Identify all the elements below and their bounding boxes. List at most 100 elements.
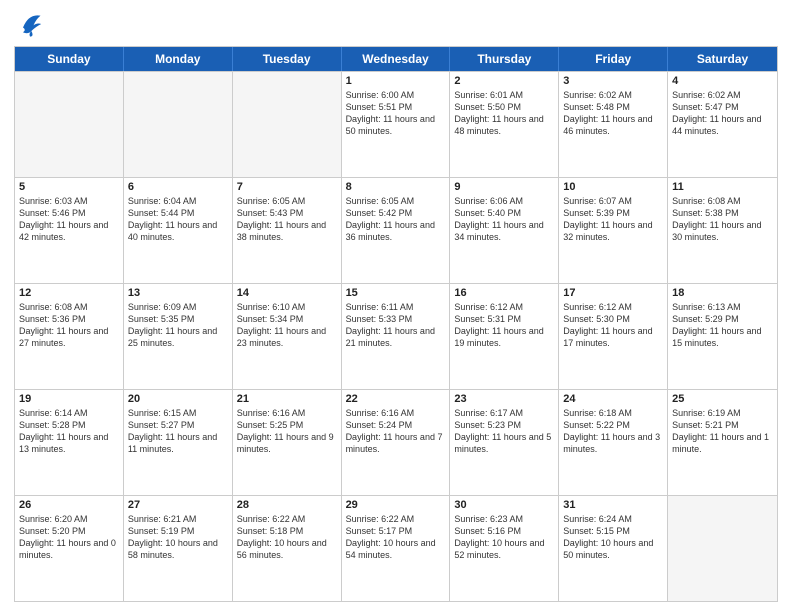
cell-info: Sunrise: 6:01 AMSunset: 5:50 PMDaylight:… xyxy=(454,89,554,138)
calendar-cell xyxy=(668,496,777,601)
page-header xyxy=(14,10,778,38)
calendar-body: 1 Sunrise: 6:00 AMSunset: 5:51 PMDaylight… xyxy=(15,71,777,601)
calendar-cell: 3 Sunrise: 6:02 AMSunset: 5:48 PMDaylight… xyxy=(559,72,668,177)
calendar-row-3: 12 Sunrise: 6:08 AMSunset: 5:36 PMDayligh… xyxy=(15,283,777,389)
cell-date: 2 xyxy=(454,75,554,87)
cell-date: 17 xyxy=(563,287,663,299)
cell-date: 13 xyxy=(128,287,228,299)
cell-info: Sunrise: 6:16 AMSunset: 5:24 PMDaylight:… xyxy=(346,407,446,456)
cell-info: Sunrise: 6:10 AMSunset: 5:34 PMDaylight:… xyxy=(237,301,337,350)
day-header-thursday: Thursday xyxy=(450,47,559,71)
cell-info: Sunrise: 6:16 AMSunset: 5:25 PMDaylight:… xyxy=(237,407,337,456)
calendar-cell: 20 Sunrise: 6:15 AMSunset: 5:27 PMDayligh… xyxy=(124,390,233,495)
calendar-cell: 1 Sunrise: 6:00 AMSunset: 5:51 PMDaylight… xyxy=(342,72,451,177)
cell-info: Sunrise: 6:06 AMSunset: 5:40 PMDaylight:… xyxy=(454,195,554,244)
calendar-cell: 9Sunrise: 6:06 AMSunset: 5:40 PMDaylight… xyxy=(450,178,559,283)
calendar-cell xyxy=(124,72,233,177)
cell-date: 28 xyxy=(237,499,337,511)
cell-info: Sunrise: 6:07 AMSunset: 5:39 PMDaylight:… xyxy=(563,195,663,244)
cell-info: Sunrise: 6:08 AMSunset: 5:38 PMDaylight:… xyxy=(672,195,773,244)
calendar-row-1: 1 Sunrise: 6:00 AMSunset: 5:51 PMDaylight… xyxy=(15,71,777,177)
calendar-cell: 25 Sunrise: 6:19 AMSunset: 5:21 PMDayligh… xyxy=(668,390,777,495)
cell-info: Sunrise: 6:24 AMSunset: 5:15 PMDaylight:… xyxy=(563,513,663,562)
day-header-saturday: Saturday xyxy=(668,47,777,71)
calendar-cell: 6 Sunrise: 6:04 AMSunset: 5:44 PMDaylight… xyxy=(124,178,233,283)
cell-date: 6 xyxy=(128,181,228,193)
cell-date: 29 xyxy=(346,499,446,511)
calendar-cell: 12 Sunrise: 6:08 AMSunset: 5:36 PMDayligh… xyxy=(15,284,124,389)
cell-info: Sunrise: 6:15 AMSunset: 5:27 PMDaylight:… xyxy=(128,407,228,456)
cell-date: 10 xyxy=(563,181,663,193)
cell-date: 30 xyxy=(454,499,554,511)
calendar-cell: 29 Sunrise: 6:22 AMSunset: 5:17 PMDayligh… xyxy=(342,496,451,601)
cell-date: 31 xyxy=(563,499,663,511)
cell-info: Sunrise: 6:22 AMSunset: 5:18 PMDaylight:… xyxy=(237,513,337,562)
cell-info: Sunrise: 6:09 AMSunset: 5:35 PMDaylight:… xyxy=(128,301,228,350)
calendar: SundayMondayTuesdayWednesdayThursdayFrid… xyxy=(14,46,778,602)
calendar-cell: 23 Sunrise: 6:17 AMSunset: 5:23 PMDayligh… xyxy=(450,390,559,495)
day-header-wednesday: Wednesday xyxy=(342,47,451,71)
cell-date: 23 xyxy=(454,393,554,405)
calendar-row-2: 5 Sunrise: 6:03 AMSunset: 5:46 PMDaylight… xyxy=(15,177,777,283)
cell-info: Sunrise: 6:23 AMSunset: 5:16 PMDaylight:… xyxy=(454,513,554,562)
calendar-cell: 16 Sunrise: 6:12 AMSunset: 5:31 PMDayligh… xyxy=(450,284,559,389)
calendar-row-4: 19Sunrise: 6:14 AMSunset: 5:28 PMDayligh… xyxy=(15,389,777,495)
cell-date: 20 xyxy=(128,393,228,405)
cell-date: 27 xyxy=(128,499,228,511)
cell-info: Sunrise: 6:04 AMSunset: 5:44 PMDaylight:… xyxy=(128,195,228,244)
calendar-cell: 27Sunrise: 6:21 AMSunset: 5:19 PMDayligh… xyxy=(124,496,233,601)
calendar-cell: 28 Sunrise: 6:22 AMSunset: 5:18 PMDayligh… xyxy=(233,496,342,601)
calendar-cell: 7Sunrise: 6:05 AMSunset: 5:43 PMDaylight… xyxy=(233,178,342,283)
calendar-cell: 21 Sunrise: 6:16 AMSunset: 5:25 PMDayligh… xyxy=(233,390,342,495)
calendar-cell: 14Sunrise: 6:10 AMSunset: 5:34 PMDayligh… xyxy=(233,284,342,389)
calendar-cell: 18Sunrise: 6:13 AMSunset: 5:29 PMDayligh… xyxy=(668,284,777,389)
cell-info: Sunrise: 6:19 AMSunset: 5:21 PMDaylight:… xyxy=(672,407,773,456)
logo-bird-icon xyxy=(16,10,44,38)
cell-info: Sunrise: 6:12 AMSunset: 5:30 PMDaylight:… xyxy=(563,301,663,350)
cell-date: 4 xyxy=(672,75,773,87)
calendar-cell: 10 Sunrise: 6:07 AMSunset: 5:39 PMDayligh… xyxy=(559,178,668,283)
cell-info: Sunrise: 6:18 AMSunset: 5:22 PMDaylight:… xyxy=(563,407,663,456)
cell-date: 5 xyxy=(19,181,119,193)
cell-info: Sunrise: 6:08 AMSunset: 5:36 PMDaylight:… xyxy=(19,301,119,350)
cell-info: Sunrise: 6:17 AMSunset: 5:23 PMDaylight:… xyxy=(454,407,554,456)
calendar-cell: 17 Sunrise: 6:12 AMSunset: 5:30 PMDayligh… xyxy=(559,284,668,389)
calendar-cell: 30 Sunrise: 6:23 AMSunset: 5:16 PMDayligh… xyxy=(450,496,559,601)
cell-date: 16 xyxy=(454,287,554,299)
cell-date: 26 xyxy=(19,499,119,511)
cell-info: Sunrise: 6:12 AMSunset: 5:31 PMDaylight:… xyxy=(454,301,554,350)
cell-info: Sunrise: 6:02 AMSunset: 5:48 PMDaylight:… xyxy=(563,89,663,138)
cell-date: 3 xyxy=(563,75,663,87)
calendar-cell: 19Sunrise: 6:14 AMSunset: 5:28 PMDayligh… xyxy=(15,390,124,495)
day-header-friday: Friday xyxy=(559,47,668,71)
calendar-cell: 15 Sunrise: 6:11 AMSunset: 5:33 PMDayligh… xyxy=(342,284,451,389)
cell-date: 19 xyxy=(19,393,119,405)
cell-date: 22 xyxy=(346,393,446,405)
cell-date: 24 xyxy=(563,393,663,405)
calendar-header: SundayMondayTuesdayWednesdayThursdayFrid… xyxy=(15,47,777,71)
day-header-tuesday: Tuesday xyxy=(233,47,342,71)
cell-info: Sunrise: 6:03 AMSunset: 5:46 PMDaylight:… xyxy=(19,195,119,244)
cell-info: Sunrise: 6:22 AMSunset: 5:17 PMDaylight:… xyxy=(346,513,446,562)
cell-date: 15 xyxy=(346,287,446,299)
calendar-cell: 24 Sunrise: 6:18 AMSunset: 5:22 PMDayligh… xyxy=(559,390,668,495)
cell-info: Sunrise: 6:20 AMSunset: 5:20 PMDaylight:… xyxy=(19,513,119,562)
cell-info: Sunrise: 6:11 AMSunset: 5:33 PMDaylight:… xyxy=(346,301,446,350)
cell-info: Sunrise: 6:00 AMSunset: 5:51 PMDaylight:… xyxy=(346,89,446,138)
cell-date: 8 xyxy=(346,181,446,193)
calendar-cell: 13 Sunrise: 6:09 AMSunset: 5:35 PMDayligh… xyxy=(124,284,233,389)
calendar-cell: 2 Sunrise: 6:01 AMSunset: 5:50 PMDaylight… xyxy=(450,72,559,177)
cell-date: 1 xyxy=(346,75,446,87)
cell-date: 25 xyxy=(672,393,773,405)
cell-date: 21 xyxy=(237,393,337,405)
day-header-monday: Monday xyxy=(124,47,233,71)
cell-date: 12 xyxy=(19,287,119,299)
calendar-cell: 5 Sunrise: 6:03 AMSunset: 5:46 PMDaylight… xyxy=(15,178,124,283)
calendar-cell: 26 Sunrise: 6:20 AMSunset: 5:20 PMDayligh… xyxy=(15,496,124,601)
calendar-cell: 22 Sunrise: 6:16 AMSunset: 5:24 PMDayligh… xyxy=(342,390,451,495)
calendar-cell: 4 Sunrise: 6:02 AMSunset: 5:47 PMDaylight… xyxy=(668,72,777,177)
cell-info: Sunrise: 6:02 AMSunset: 5:47 PMDaylight:… xyxy=(672,89,773,138)
cell-date: 7 xyxy=(237,181,337,193)
cell-info: Sunrise: 6:13 AMSunset: 5:29 PMDaylight:… xyxy=(672,301,773,350)
calendar-cell xyxy=(233,72,342,177)
